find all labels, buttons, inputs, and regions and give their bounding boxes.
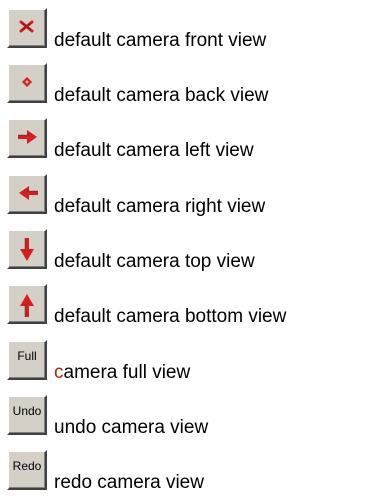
right-view-label: default camera right view [54,196,266,217]
redo-label: redo camera view [54,472,204,493]
back-view-label: default camera back view [54,85,269,106]
redo-button[interactable]: Redo [7,450,47,490]
undo-label: undo camera view [54,417,209,438]
left-view-button[interactable] [7,118,47,158]
full-view-label-rest: amera full view [63,362,191,383]
bottom-view-label: default camera bottom view [54,306,287,327]
full-view-button-text: Full [17,349,37,363]
x-mark-icon [19,20,34,33]
undo-button-text: Undo [12,404,42,418]
bottom-view-button[interactable] [7,284,47,324]
full-view-label-accent: c [54,362,64,383]
front-view-button[interactable] [7,8,47,48]
front-view-label: default camera front view [54,30,267,51]
back-view-button[interactable] [7,63,47,103]
full-view-button[interactable]: Full [7,340,47,380]
arrow-left-icon [19,186,38,200]
top-view-label: default camera top view [54,251,255,272]
right-view-button[interactable] [7,174,47,214]
arrow-up-icon [20,294,34,317]
arrow-right-icon [18,130,37,144]
arrow-down-icon [20,238,34,261]
dot-icon [22,77,32,87]
redo-button-text: Redo [12,459,42,473]
left-view-label: default camera left view [54,140,254,161]
top-view-button[interactable] [7,229,47,269]
full-view-label: camera full view [54,362,190,384]
undo-button[interactable]: Undo [7,395,47,435]
